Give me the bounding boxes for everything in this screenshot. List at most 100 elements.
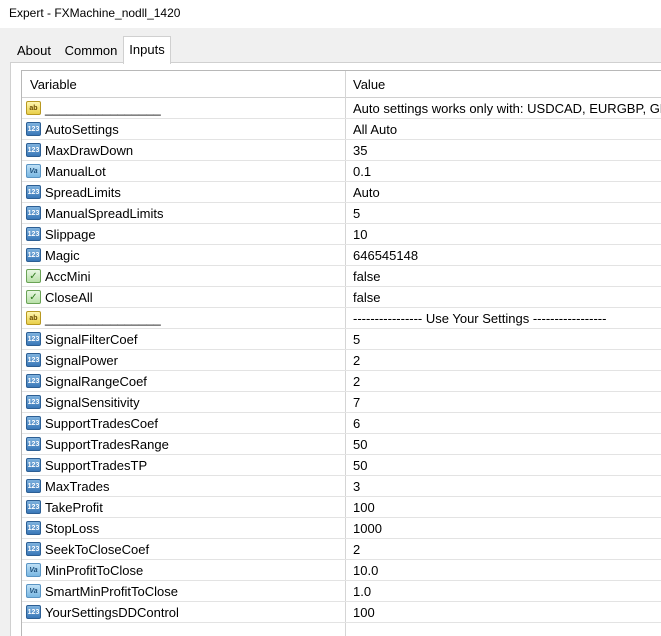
variable-name: StopLoss (45, 521, 100, 536)
variable-value[interactable]: 100 (353, 605, 375, 620)
variable-value[interactable]: false (353, 269, 380, 284)
variable-value[interactable]: Auto (353, 185, 380, 200)
table-row[interactable]: Va ManualLot 0.1 (22, 161, 661, 182)
table-row[interactable]: 123 ManualSpreadLimits 5 (22, 203, 661, 224)
table-row[interactable]: 123 SupportTradesTP 50 (22, 455, 661, 476)
integer-type-icon: 123 (26, 500, 41, 514)
title-bar: Expert - FXMachine_nodll_1420 (0, 0, 661, 28)
table-row[interactable]: 123 SignalRangeCoef 2 (22, 371, 661, 392)
table-row[interactable]: 123 SignalSensitivity 7 (22, 392, 661, 413)
variable-value[interactable]: 3 (353, 479, 360, 494)
variable-value[interactable]: 5 (353, 206, 360, 221)
variable-value[interactable]: Auto settings works only with: USDCAD, E… (353, 101, 661, 116)
boolean-type-icon: ✓ (26, 290, 41, 304)
table-row[interactable]: 123 SupportTradesCoef 6 (22, 413, 661, 434)
variable-value[interactable]: 2 (353, 542, 360, 557)
variable-name: CloseAll (45, 290, 93, 305)
variable-name: SupportTradesCoef (45, 416, 158, 431)
table-row[interactable]: ✓ CloseAll false (22, 287, 661, 308)
variable-name: MaxTrades (45, 479, 110, 494)
table-row[interactable]: 123 SpreadLimits Auto (22, 182, 661, 203)
variable-value[interactable]: 0.1 (353, 164, 371, 179)
integer-type-icon: 123 (26, 416, 41, 430)
variable-name: Magic (45, 248, 80, 263)
integer-type-icon: 123 (26, 206, 41, 220)
variable-value[interactable]: 5 (353, 332, 360, 347)
string-type-icon: ab (26, 101, 41, 115)
variable-value[interactable]: 50 (353, 458, 367, 473)
table-row[interactable]: ab ________________ ---------------- Use Y… (22, 308, 661, 329)
table-row[interactable]: 123 Slippage 10 (22, 224, 661, 245)
integer-type-icon: 123 (26, 479, 41, 493)
variable-name: ManualSpreadLimits (45, 206, 164, 221)
tab-inputs[interactable]: Inputs (123, 36, 171, 64)
variable-name: SignalRangeCoef (45, 374, 147, 389)
table-row[interactable]: 123 AutoSettings All Auto (22, 119, 661, 140)
variable-value[interactable]: 10 (353, 227, 367, 242)
integer-type-icon: 123 (26, 395, 41, 409)
integer-type-icon: 123 (26, 353, 41, 367)
table-row[interactable]: 123 SupportTradesRange 50 (22, 434, 661, 455)
variable-value[interactable]: 2 (353, 353, 360, 368)
table-row[interactable]: ab ________________ Auto settings works on… (22, 98, 661, 119)
variable-value[interactable]: 100 (353, 500, 375, 515)
tab-about[interactable]: About (10, 40, 58, 63)
integer-type-icon: 123 (26, 542, 41, 556)
integer-type-icon: 123 (26, 185, 41, 199)
tab-common[interactable]: Common (60, 40, 122, 63)
table-row[interactable]: Va SmartMinProfitToClose 1.0 (22, 581, 661, 602)
integer-type-icon: 123 (26, 458, 41, 472)
integer-type-icon: 123 (26, 227, 41, 241)
variable-name: ________________ (45, 101, 161, 116)
table-row[interactable]: 123 StopLoss 1000 (22, 518, 661, 539)
variable-value[interactable]: 50 (353, 437, 367, 452)
variable-value[interactable]: 10.0 (353, 563, 378, 578)
variable-value[interactable]: 2 (353, 374, 360, 389)
variable-name: AccMini (45, 269, 91, 284)
inputs-grid: Variable Value ab ________________ Auto se… (21, 70, 661, 636)
boolean-type-icon: ✓ (26, 269, 41, 283)
table-row[interactable]: 123 SeekToCloseCoef 2 (22, 539, 661, 560)
variable-name: YourSettingsDDControl (45, 605, 179, 620)
variable-name: SmartMinProfitToClose (45, 584, 178, 599)
table-row[interactable]: 123 SignalPower 2 (22, 350, 661, 371)
variable-value[interactable]: All Auto (353, 122, 397, 137)
variable-value[interactable]: 6 (353, 416, 360, 431)
variable-value[interactable]: false (353, 290, 380, 305)
tab-strip: About Common Inputs (0, 36, 661, 64)
integer-type-icon: 123 (26, 122, 41, 136)
table-row[interactable]: ✓ AccMini false (22, 266, 661, 287)
variable-name: SignalPower (45, 353, 118, 368)
integer-type-icon: 123 (26, 248, 41, 262)
variable-value[interactable]: ---------------- Use Your Settings -----… (353, 311, 606, 326)
variable-name: SupportTradesRange (45, 437, 169, 452)
variable-value[interactable]: 1.0 (353, 584, 371, 599)
variable-name: SignalFilterCoef (45, 332, 138, 347)
variable-name: TakeProfit (45, 500, 103, 515)
table-row[interactable]: 123 YourSettingsDDControl 100 (22, 602, 661, 623)
variable-name: ManualLot (45, 164, 106, 179)
variable-name: SupportTradesTP (45, 458, 148, 473)
table-row[interactable]: 123 SignalFilterCoef 5 (22, 329, 661, 350)
double-type-icon: Va (26, 563, 41, 577)
column-header-value[interactable]: Value (353, 77, 385, 92)
table-row[interactable]: 123 MaxTrades 3 (22, 476, 661, 497)
window-title: Expert - FXMachine_nodll_1420 (9, 6, 181, 20)
double-type-icon: Va (26, 164, 41, 178)
table-row[interactable]: Va MinProfitToClose 10.0 (22, 560, 661, 581)
grid-header: Variable Value (22, 71, 661, 98)
variable-name: SeekToCloseCoef (45, 542, 150, 557)
variable-name: SignalSensitivity (45, 395, 140, 410)
table-row[interactable]: 123 TakeProfit 100 (22, 497, 661, 518)
variable-value[interactable]: 7 (353, 395, 360, 410)
column-header-variable[interactable]: Variable (30, 77, 77, 92)
variable-name: MinProfitToClose (45, 563, 144, 578)
variable-value[interactable]: 646545148 (353, 248, 418, 263)
table-row[interactable]: 123 Magic 646545148 (22, 245, 661, 266)
string-type-icon: ab (26, 311, 41, 325)
table-row[interactable]: 123 MaxDrawDown 35 (22, 140, 661, 161)
variable-name: MaxDrawDown (45, 143, 134, 158)
variable-value[interactable]: 1000 (353, 521, 382, 536)
variable-name: SpreadLimits (45, 185, 121, 200)
variable-value[interactable]: 35 (353, 143, 367, 158)
